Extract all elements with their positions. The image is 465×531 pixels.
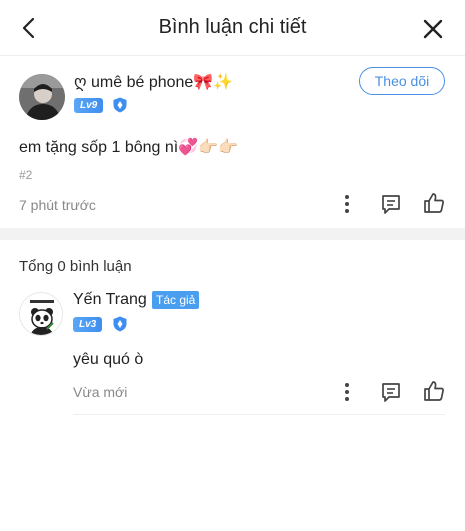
reply-button[interactable]	[378, 191, 404, 217]
top-bar: Bình luận chi tiết	[0, 0, 465, 56]
verified-badge-icon	[113, 316, 127, 332]
author-tag: Tác giả	[152, 291, 200, 309]
section-divider	[0, 228, 465, 240]
close-icon	[423, 19, 443, 39]
like-button[interactable]	[421, 378, 447, 404]
like-button[interactable]	[421, 190, 447, 216]
comment-count: Tổng 0 bình luận	[19, 258, 132, 275]
verified-badge-icon	[113, 97, 127, 113]
more-button[interactable]	[334, 191, 360, 217]
username[interactable]: Yến Trang	[73, 291, 147, 309]
reply-button[interactable]	[378, 379, 404, 405]
username[interactable]: ღ umê bé phone🎀✨	[74, 72, 233, 92]
page-title: Bình luận chi tiết	[158, 16, 307, 38]
more-vertical-icon	[345, 383, 349, 401]
timestamp: Vừa mới	[73, 384, 128, 400]
level-badge: Lv3	[73, 317, 103, 332]
panda-avatar-icon	[20, 293, 62, 335]
close-button[interactable]	[421, 17, 445, 41]
comment-icon	[382, 383, 400, 402]
more-vertical-icon	[345, 195, 349, 213]
floor-number: #2	[19, 168, 33, 182]
comment-text: em tặng sốp 1 bông nì💞👉🏻👉🏻	[19, 139, 238, 156]
thumbs-up-icon	[424, 381, 444, 401]
level-badge: Lv9	[74, 98, 104, 113]
comment-text: yêu quó ò	[73, 351, 144, 368]
main-comment: ღ umê bé phone🎀✨ Lv9 Theo dõi em tặng số…	[0, 57, 465, 228]
divider	[73, 414, 445, 415]
user-photo-icon	[19, 74, 65, 120]
more-button[interactable]	[334, 379, 360, 405]
comment-icon	[382, 195, 400, 214]
thumbs-up-icon	[424, 193, 444, 213]
avatar[interactable]	[19, 74, 65, 120]
timestamp: 7 phút trước	[19, 197, 96, 213]
avatar[interactable]	[19, 292, 63, 336]
follow-button[interactable]: Theo dõi	[359, 67, 445, 95]
